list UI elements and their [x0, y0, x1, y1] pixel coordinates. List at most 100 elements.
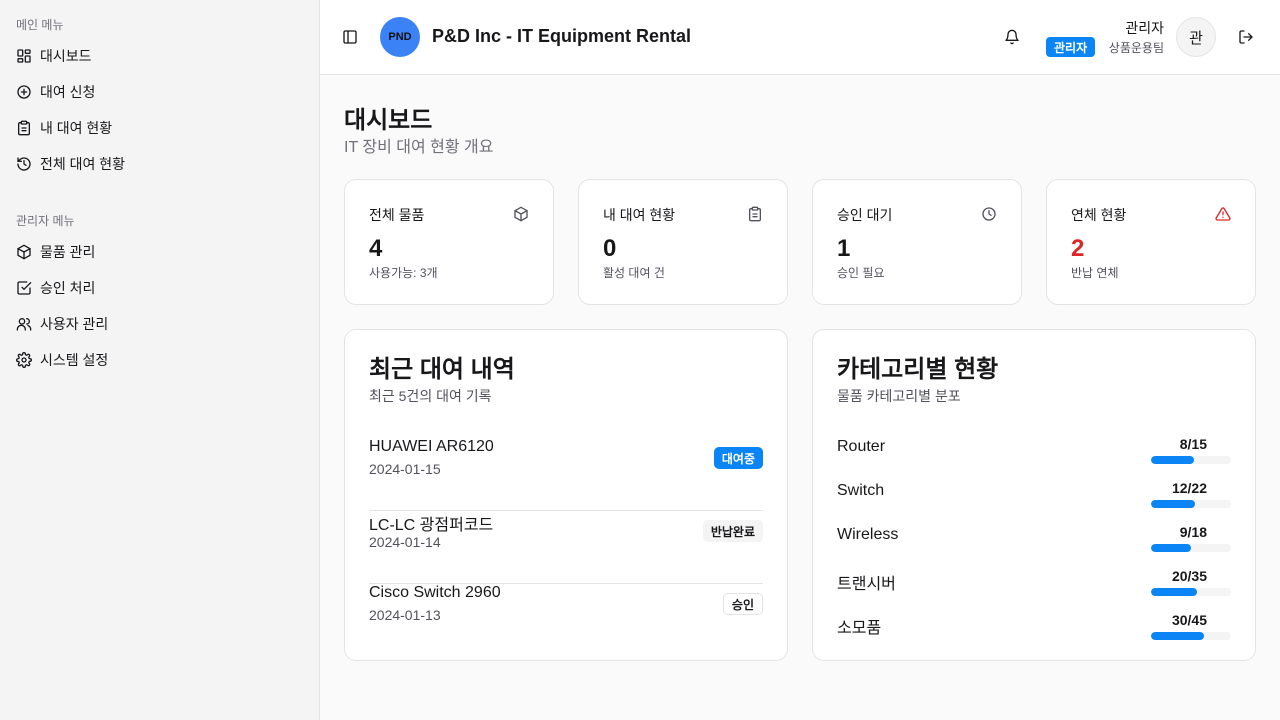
- clock-icon: [982, 207, 996, 221]
- category-progress-fill: [1151, 632, 1205, 640]
- sidebar-item-settings[interactable]: 시스템 설정: [16, 346, 304, 374]
- category-progress-fill: [1151, 500, 1195, 508]
- app-title: P&D Inc - IT Equipment Rental: [432, 26, 692, 46]
- role-badge: 관리자: [1046, 37, 1096, 57]
- page-subtitle: IT 장비 대여 현황 개요: [344, 139, 494, 156]
- rental-item-name: Cisco Switch 2960: [369, 584, 501, 601]
- stat-value: 0: [603, 235, 617, 262]
- category-row: Switch 12/22: [837, 476, 1231, 516]
- sidebar-item-all-rentals[interactable]: 전체 대여 현황: [16, 150, 304, 178]
- category-progress-bar: [1151, 544, 1231, 552]
- sidebar-item-rental-request[interactable]: 대여 신청: [16, 78, 304, 106]
- category-progress-bar: [1151, 500, 1231, 508]
- status-badge: 반납완료: [702, 520, 763, 542]
- category-name: Switch: [837, 482, 885, 499]
- logout-button[interactable]: [1236, 27, 1256, 47]
- recent-rentals-title: 최근 대여 내역: [369, 356, 515, 383]
- package-icon: [514, 206, 528, 222]
- category-subtitle: 물품 카테고리별 분포: [837, 388, 961, 404]
- sidebar-item-dashboard[interactable]: 대시보드: [16, 42, 304, 70]
- user-name: 관리자: [1125, 20, 1164, 36]
- stat-label: 연체 현황: [1071, 207, 1127, 223]
- stat-desc: 반납 연체: [1071, 266, 1119, 280]
- check-square-icon: [17, 281, 32, 295]
- sidebar-item-label: 사용자 관리: [40, 316, 109, 332]
- rental-item-date: 2024-01-14: [369, 534, 441, 550]
- dashboard-icon: [17, 49, 31, 63]
- category-progress-bar: [1151, 456, 1231, 464]
- stat-value: 1: [837, 235, 851, 262]
- sidebar-item-label: 시스템 설정: [40, 352, 109, 368]
- stat-card-overdue: 연체 현황 2 반납 연체: [1046, 179, 1256, 305]
- list-item[interactable]: LC-LC 광점퍼코드 2024-01-14 반납완료: [369, 511, 763, 584]
- bell-icon: [1005, 29, 1019, 45]
- category-progress-bar: [1151, 588, 1231, 596]
- sidebar-toggle-button[interactable]: [340, 27, 360, 47]
- company-logo: PND: [380, 17, 420, 57]
- sidebar-item-label: 승인 처리: [40, 280, 96, 296]
- clipboard-icon: [18, 120, 30, 136]
- notifications-button[interactable]: [1002, 27, 1022, 47]
- clipboard-icon: [749, 206, 761, 222]
- stat-card-my-rentals: 내 대여 현황 0 활성 대여 건: [578, 179, 788, 305]
- category-row: 소모품 30/45: [837, 608, 1231, 648]
- sidebar-item-label: 전체 대여 현황: [40, 156, 126, 172]
- category-count: 8/15: [1179, 436, 1207, 452]
- user-team: 상품운용팀: [1108, 41, 1164, 55]
- category-name: 소모품: [837, 620, 882, 637]
- package-icon: [17, 244, 31, 260]
- users-icon: [16, 318, 32, 331]
- status-badge: 승인: [722, 593, 763, 615]
- page-title: 대시보드: [344, 107, 433, 134]
- category-count: 30/45: [1171, 612, 1207, 628]
- category-name: Wireless: [837, 526, 899, 543]
- rental-item-name: HUAWEI AR6120: [369, 438, 494, 455]
- category-name: 트랜시버: [837, 576, 896, 593]
- category-progress-bar: [1151, 632, 1231, 640]
- sidebar-item-label: 물품 관리: [40, 244, 96, 260]
- admin-menu-title: 관리자 메뉴: [16, 214, 75, 228]
- stat-label: 승인 대기: [837, 207, 893, 223]
- category-count: 9/18: [1179, 524, 1207, 540]
- sidebar: 메인 메뉴 대시보드 대여 신청 내 대여 현황 전체 대여 현황 관리자 메뉴…: [0, 0, 320, 720]
- category-count: 12/22: [1171, 480, 1207, 496]
- sidebar-item-label: 대시보드: [40, 48, 92, 64]
- recent-rentals-card: 최근 대여 내역 최근 5건의 대여 기록 HUAWEI AR6120 2024…: [344, 329, 788, 661]
- stat-desc: 승인 필요: [837, 266, 885, 280]
- status-badge: 대여중: [713, 447, 763, 469]
- sidebar-item-label: 내 대여 현황: [40, 120, 113, 136]
- stat-card-pending-approval: 승인 대기 1 승인 필요: [812, 179, 1022, 305]
- list-item[interactable]: Cisco Switch 2960 2024-01-13 승인: [369, 584, 763, 657]
- avatar[interactable]: 관: [1176, 17, 1216, 57]
- category-name: Router: [837, 438, 886, 455]
- rental-item-date: 2024-01-13: [369, 607, 441, 623]
- logout-icon: [1239, 30, 1253, 44]
- stat-label: 내 대여 현황: [603, 207, 676, 223]
- stat-desc: 활성 대여 건: [603, 266, 665, 280]
- rental-item-name: LC-LC 광점퍼코드: [369, 517, 494, 534]
- rental-item-date: 2024-01-15: [369, 461, 441, 477]
- category-progress-fill: [1151, 588, 1197, 596]
- category-row: 트랜시버 20/35: [837, 564, 1231, 604]
- stat-desc: 사용가능: 3개: [369, 266, 438, 280]
- category-status-card: 카테고리별 현황 물품 카테고리별 분포 Router 8/15 Switch …: [812, 329, 1256, 661]
- alert-triangle-icon: [1215, 207, 1231, 221]
- sidebar-item-approvals[interactable]: 승인 처리: [16, 274, 304, 302]
- stat-value: 2: [1071, 235, 1085, 262]
- list-item[interactable]: HUAWEI AR6120 2024-01-15 대여중: [369, 438, 763, 511]
- stat-label: 전체 물품: [369, 207, 425, 223]
- recent-rentals-subtitle: 최근 5건의 대여 기록: [369, 388, 492, 404]
- history-icon: [17, 157, 31, 171]
- sidebar-item-users[interactable]: 사용자 관리: [16, 310, 304, 338]
- category-row: Router 8/15: [837, 432, 1231, 472]
- gear-icon: [16, 352, 32, 368]
- sidebar-item-my-rentals[interactable]: 내 대여 현황: [16, 114, 304, 142]
- top-header: PND P&D Inc - IT Equipment Rental 관리자 관리…: [320, 0, 1280, 75]
- plus-circle-icon: [17, 85, 31, 99]
- sidebar-item-label: 대여 신청: [40, 84, 96, 100]
- sidebar-item-items[interactable]: 물품 관리: [16, 238, 304, 266]
- main-menu-title: 메인 메뉴: [16, 18, 64, 32]
- stat-card-total-items: 전체 물품 4 사용가능: 3개: [344, 179, 554, 305]
- category-title: 카테고리별 현황: [837, 356, 999, 383]
- sidebar-toggle-icon: [343, 30, 357, 44]
